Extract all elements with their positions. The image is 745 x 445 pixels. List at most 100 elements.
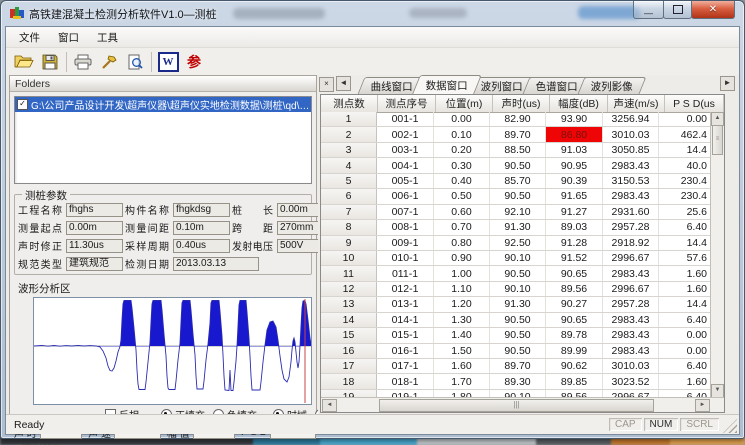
data-table: 测点数测点序号位置(m)声时(us)幅度(dB)声速(m/s)P S D(us … (320, 94, 725, 413)
table-row[interactable]: 6006-10.5090.5091.652983.43230.4 (321, 189, 724, 204)
tab-scroll-left-button[interactable]: ◄ (336, 76, 351, 91)
table-cell: 3010.03 (603, 127, 659, 141)
folder-list-item[interactable]: ✓ G:\公司产品设计开发\超声仪器\超声仪实地检测数据\测桩\qd\qd03\… (15, 97, 311, 112)
resize-grip[interactable] (723, 419, 737, 433)
toolbar-separator (151, 52, 152, 72)
tab-scroll-right-button[interactable]: ► (720, 76, 735, 91)
table-cell: 1.60 (434, 359, 490, 373)
column-header-1[interactable]: 测点序号 (378, 95, 436, 112)
folders-pane-caption[interactable]: Folders (10, 76, 316, 92)
menu-item-文件[interactable]: 文件 (10, 28, 49, 47)
table-row[interactable]: 14014-11.3090.5090.652983.436.40 (321, 313, 724, 328)
table-row[interactable]: 1001-10.0082.9093.903256.940.00 (321, 112, 724, 127)
workspace: Folders ✓ G:\公司产品设计开发\超声仪器\超声仪实地检测数据\测桩\… (6, 75, 739, 415)
table-cell: 2931.60 (603, 205, 659, 219)
table-cell: 90.65 (546, 266, 603, 280)
title-bar[interactable]: 高铁建混凝土检测分析软件V1.0—测桩 — ✕ (1, 1, 744, 26)
column-header-4[interactable]: 幅度(dB) (550, 95, 608, 112)
folders-pane-title: Folders (15, 78, 50, 90)
table-row[interactable]: 15015-11.4090.5089.782983.430.00 (321, 328, 724, 343)
tab-strip: 曲线窗口数据窗口波列窗口色谱窗口波列影像 (361, 75, 636, 94)
horizontal-scrollbar[interactable]: ◄ ||| ► (321, 397, 724, 412)
table-cell: 005-1 (377, 174, 434, 188)
parameters-button[interactable]: 参 (181, 50, 207, 74)
table-cell: 89.70 (490, 127, 546, 141)
tab-波列影像[interactable]: 波列影像 (578, 77, 647, 94)
waveform-plot[interactable] (33, 297, 312, 405)
tab-label: 波列影像 (591, 79, 633, 94)
table-row[interactable]: 10010-10.9090.1091.522996.6757.6 (321, 251, 724, 266)
column-header-5[interactable]: 声速(m/s) (608, 95, 665, 112)
scroll-right-arrow[interactable]: ► (695, 399, 710, 412)
scroll-left-arrow[interactable]: ◄ (322, 399, 337, 412)
vertical-scrollbar[interactable]: ▲ ≡ ▼ (710, 112, 724, 398)
print-preview-button[interactable] (122, 50, 148, 74)
print-button[interactable] (70, 50, 96, 74)
column-header-3[interactable]: 声时(us) (493, 95, 550, 112)
menu-item-工具[interactable]: 工具 (88, 28, 127, 47)
close-button[interactable]: ✕ (691, 1, 735, 19)
table-row[interactable]: 8008-10.7091.3089.032957.286.40 (321, 220, 724, 235)
param-label: 采样周期 (125, 238, 171, 253)
vertical-scroll-thumb[interactable]: ≡ (712, 125, 723, 155)
glass-reflection (578, 6, 640, 19)
menu-item-窗口[interactable]: 窗口 (49, 28, 88, 47)
table-cell: 4 (321, 158, 377, 172)
table-cell: 2957.28 (603, 297, 659, 311)
table-row[interactable]: 13013-11.2091.3090.272957.2814.4 (321, 297, 724, 312)
table-row[interactable]: 3003-10.2088.5091.033050.8514.4 (321, 143, 724, 158)
column-header-0[interactable]: 测点数 (321, 95, 378, 112)
pane-close-button[interactable]: × (319, 77, 334, 92)
table-row[interactable]: 4004-10.3090.5090.952983.4340.0 (321, 158, 724, 173)
scroll-up-arrow[interactable]: ▲ (711, 112, 724, 126)
folder-checkbox[interactable]: ✓ (17, 99, 28, 110)
table-row[interactable]: 5005-10.4085.7090.393150.53230.4 (321, 174, 724, 189)
open-file-button[interactable] (11, 50, 37, 74)
pile-params-title: 测桩参数 (22, 188, 70, 203)
table-cell: 90.50 (490, 266, 546, 280)
param-value: 建筑规范 (66, 257, 123, 271)
minimize-button[interactable]: — (633, 1, 664, 19)
table-row[interactable]: 18018-11.7089.3089.853023.521.60 (321, 374, 724, 389)
table-cell: 5 (321, 174, 377, 188)
table-row[interactable]: 17017-11.6089.7090.623010.036.40 (321, 359, 724, 374)
table-cell: 15 (321, 328, 377, 342)
table-cell: 004-1 (377, 158, 434, 172)
column-header-6[interactable]: P S D(us (665, 95, 724, 112)
maximize-button[interactable] (663, 1, 692, 19)
param-value: 0.00m (66, 221, 123, 235)
table-cell: 90.10 (490, 251, 546, 265)
table-cell: 1.00 (434, 266, 490, 280)
table-row[interactable]: 2002-10.1089.7086.803010.03462.4 (321, 127, 724, 142)
table-row[interactable]: 16016-11.5090.5089.992983.430.00 (321, 344, 724, 359)
table-cell: 89.78 (546, 328, 603, 342)
table-cell: 017-1 (377, 359, 434, 373)
tools-button[interactable] (96, 50, 122, 74)
column-header-2[interactable]: 位置(m) (436, 95, 493, 112)
table-row[interactable]: 11011-11.0090.5090.652983.431.60 (321, 266, 724, 281)
table-cell: 91.52 (546, 251, 603, 265)
save-button[interactable] (37, 50, 63, 74)
table-row[interactable]: 9009-10.8092.5091.282918.9214.4 (321, 236, 724, 251)
table-cell: 0.30 (434, 158, 490, 172)
table-cell: 2 (321, 127, 377, 141)
table-row[interactable]: 7007-10.6092.1091.272931.6025.6 (321, 205, 724, 220)
pile-params-grid: 工程名称fhghs构件名称fhgkdsg桩 长0.00m测量起点0.00m测量间… (18, 202, 308, 271)
table-cell: 92.10 (490, 205, 546, 219)
data-pane: × ◄ 曲线窗口数据窗口波列窗口色谱窗口波列影像 ► 测点数测点序号位置(m)声… (318, 75, 737, 415)
window-title: 高铁建混凝土检测分析软件V1.0—测桩 (29, 6, 217, 22)
table-row[interactable]: 12012-11.1090.1089.562996.671.60 (321, 282, 724, 297)
printer-icon (74, 54, 92, 70)
table-cell: 90.10 (490, 282, 546, 296)
scroll-down-arrow[interactable]: ▼ (711, 384, 724, 398)
table-cell: 85.70 (490, 174, 546, 188)
tab-数据窗口[interactable]: 数据窗口 (412, 75, 482, 94)
table-header-row: 测点数测点序号位置(m)声时(us)幅度(dB)声速(m/s)P S D(us (321, 95, 724, 113)
export-word-button[interactable]: W (155, 50, 181, 74)
table-cell: 90.50 (490, 344, 546, 358)
tab-label: 波列窗口 (481, 79, 523, 94)
folder-list[interactable]: ✓ G:\公司产品设计开发\超声仪器\超声仪实地检测数据\测桩\qd\qd03\… (14, 96, 312, 184)
num-indicator: NUM (644, 418, 679, 431)
save-icon (42, 54, 58, 70)
horizontal-scroll-thumb[interactable]: ||| (379, 399, 654, 412)
